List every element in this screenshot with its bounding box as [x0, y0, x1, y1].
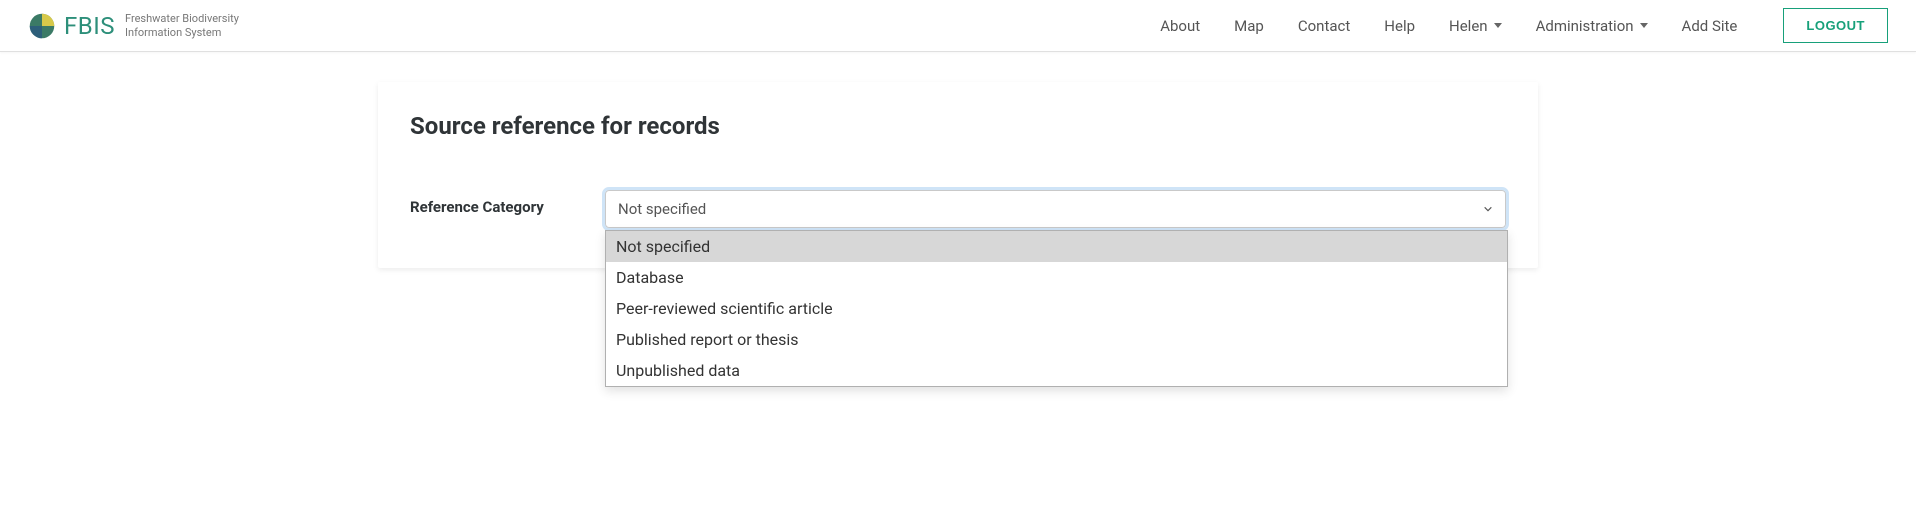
nav-add-site[interactable]: Add Site — [1682, 17, 1738, 35]
reference-category-select-wrapper: Not specified Not specified Database Pee… — [605, 190, 1506, 228]
brand-subtitle-line2: Information System — [125, 26, 221, 39]
logout-button[interactable]: LOGOUT — [1783, 8, 1888, 43]
brand[interactable]: FBIS Freshwater Biodiversity Information… — [28, 12, 239, 40]
nav-administration-label: Administration — [1536, 17, 1634, 35]
reference-category-row: Reference Category Not specified Not spe… — [410, 190, 1506, 228]
nav-map[interactable]: Map — [1234, 17, 1264, 35]
brand-subtitle-line1: Freshwater Biodiversity — [125, 12, 239, 25]
caret-down-icon — [1494, 23, 1502, 28]
dropdown-option[interactable]: Database — [606, 262, 1507, 293]
nav-administration-menu[interactable]: Administration — [1536, 17, 1648, 35]
dropdown-option[interactable]: Published report or thesis — [606, 324, 1507, 355]
chevron-down-icon — [1483, 204, 1493, 214]
nav-user-name: Helen — [1449, 17, 1488, 35]
brand-name: FBIS — [64, 12, 115, 40]
reference-category-label: Reference Category — [410, 190, 605, 216]
dropdown-option[interactable]: Peer-reviewed scientific article — [606, 293, 1507, 324]
reference-category-selected-value: Not specified — [618, 200, 706, 218]
reference-category-select[interactable]: Not specified — [605, 190, 1506, 228]
dropdown-option[interactable]: Not specified — [606, 231, 1507, 262]
nav-about[interactable]: About — [1160, 17, 1200, 35]
nav-help[interactable]: Help — [1384, 17, 1415, 35]
navbar: FBIS Freshwater Biodiversity Information… — [0, 0, 1916, 52]
dropdown-option[interactable]: Unpublished data — [606, 355, 1507, 386]
source-reference-card: Source reference for records Reference C… — [378, 82, 1538, 268]
brand-subtitle: Freshwater Biodiversity Information Syst… — [125, 12, 239, 38]
nav-user-menu[interactable]: Helen — [1449, 17, 1502, 35]
caret-down-icon — [1640, 23, 1648, 28]
reference-category-dropdown: Not specified Database Peer-reviewed sci… — [605, 230, 1508, 387]
page-wrap: Source reference for records Reference C… — [0, 52, 1916, 268]
nav-contact[interactable]: Contact — [1298, 17, 1350, 35]
brand-logo-icon — [28, 12, 56, 40]
nav-links: About Map Contact Help Helen Administrat… — [1160, 8, 1888, 43]
page-title: Source reference for records — [410, 112, 1506, 140]
